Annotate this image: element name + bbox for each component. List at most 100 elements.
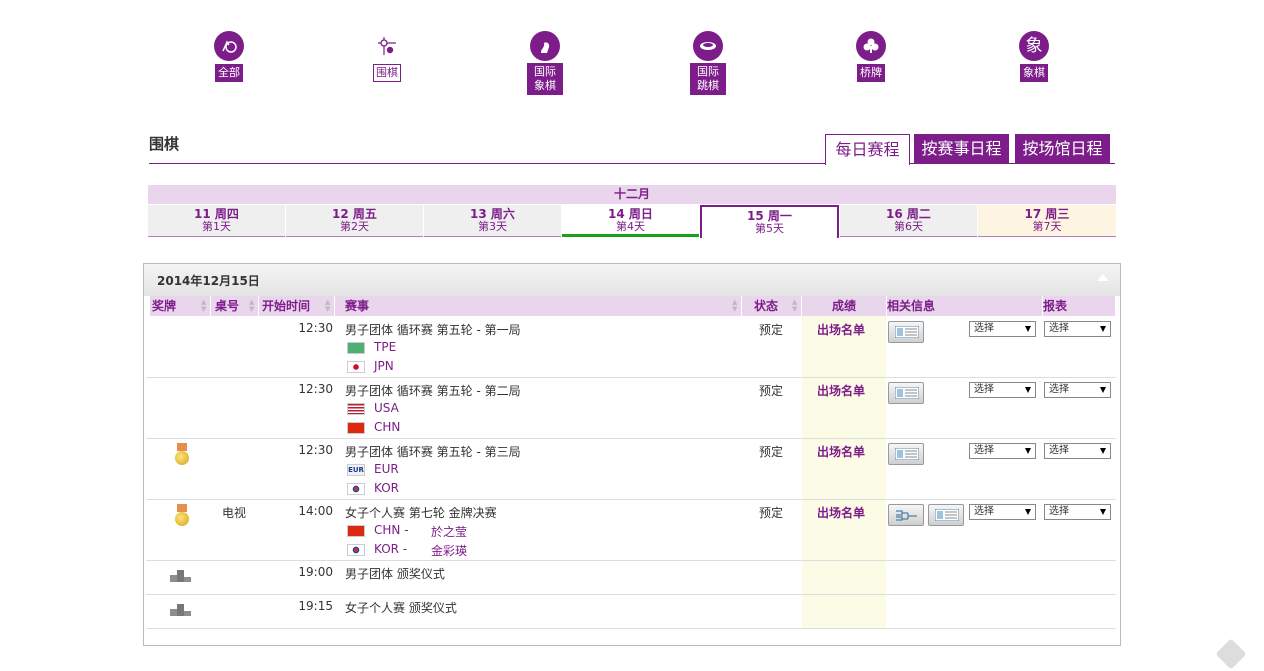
podium-icon xyxy=(170,604,192,616)
sport-label: 全部 xyxy=(215,64,243,82)
sport-draughts[interactable]: 国际跳棋 xyxy=(668,31,748,95)
day-number: 第2天 xyxy=(340,220,369,233)
day-tab-15[interactable]: 15 周一 第5天 xyxy=(700,205,839,238)
chevron-down-icon xyxy=(1025,387,1031,393)
header-event[interactable]: 赛事 ▲ ▼ xyxy=(335,296,741,316)
go-icon xyxy=(372,31,402,61)
sport-chess[interactable]: 国际象棋 xyxy=(505,31,585,95)
select-value: 选择 xyxy=(974,384,994,395)
header-label: 状态 xyxy=(754,299,779,313)
page-title: 围棋 xyxy=(149,135,180,153)
select-value: 选择 xyxy=(1049,384,1069,395)
info-button[interactable] xyxy=(888,443,924,465)
start-list-link[interactable]: 出场名单 xyxy=(817,504,865,521)
chevron-down-icon xyxy=(1100,509,1106,515)
day-tab-17[interactable]: 17 周三 第7天 xyxy=(978,205,1116,237)
table-row: 19:00 男子团体 颁奖仪式 xyxy=(146,560,1116,595)
day-tab-14[interactable]: 14 周日 第4天 xyxy=(562,205,699,237)
day-tab-11[interactable]: 11 周四 第1天 xyxy=(148,205,285,237)
tab-venue-schedule[interactable]: 按场馆日程 xyxy=(1015,134,1110,163)
flag-eur-icon: EUR xyxy=(347,464,365,476)
sort-icon: ▲ ▼ xyxy=(201,298,207,313)
chevron-down-icon xyxy=(1100,448,1106,454)
table-row: 12:30 男子团体 循环赛 第五轮 - 第一局 TPE JPN 预定 出场名单… xyxy=(146,316,1116,378)
event-name[interactable]: 男子团体 循环赛 第五轮 - 第一局 xyxy=(345,321,521,338)
collapse-icon[interactable] xyxy=(1097,274,1109,281)
xiangqi-icon: 象 xyxy=(1019,31,1049,61)
header-label: 成绩 xyxy=(831,299,856,313)
tab-daily-schedule[interactable]: 每日赛程 xyxy=(825,134,910,165)
event-name[interactable]: 男子团体 循环赛 第五轮 - 第三局 xyxy=(345,443,521,460)
team-name[interactable]: KOR xyxy=(374,481,399,495)
xiangqi-glyph: 象 xyxy=(1025,36,1043,56)
report-select-2[interactable]: 选择 xyxy=(1044,504,1111,520)
event-name[interactable]: 男子团体 颁奖仪式 xyxy=(345,565,445,582)
sport-label: 国际跳棋 xyxy=(690,63,726,95)
flag-kor-icon xyxy=(347,544,365,556)
team-name[interactable]: CHN - xyxy=(374,523,409,537)
sort-icon: ▲ ▼ xyxy=(325,298,331,313)
report-select-1[interactable]: 选择 xyxy=(969,504,1036,520)
day-tab-12[interactable]: 12 周五 第2天 xyxy=(286,205,423,237)
header-start-time[interactable]: 开始时间 ▲ ▼ xyxy=(259,296,334,316)
start-time: 12:30 xyxy=(298,443,333,457)
event-name[interactable]: 女子个人赛 第七轮 金牌决赛 xyxy=(345,504,497,521)
report-select-1[interactable]: 选择 xyxy=(969,443,1036,459)
chess-icon xyxy=(530,31,560,61)
team-name[interactable]: TPE xyxy=(374,340,396,354)
report-select-2[interactable]: 选择 xyxy=(1044,443,1111,459)
sport-bridge[interactable]: 桥牌 xyxy=(831,31,911,82)
select-value: 选择 xyxy=(1049,323,1069,334)
header-info: 相关信息 xyxy=(887,296,1042,316)
player-name[interactable]: 於之莹 xyxy=(431,523,467,540)
header-label: 开始时间 xyxy=(262,299,311,313)
sport-xiangqi[interactable]: 象 象棋 xyxy=(994,31,1074,82)
status: 预定 xyxy=(759,323,784,337)
report-select-1[interactable]: 选择 xyxy=(969,382,1036,398)
tab-event-schedule[interactable]: 按赛事日程 xyxy=(914,134,1009,163)
info-button[interactable] xyxy=(928,504,964,526)
start-time: 12:30 xyxy=(298,321,333,335)
header-status[interactable]: 状态 ▲ ▼ xyxy=(742,296,801,316)
start-list-link[interactable]: 出场名单 xyxy=(817,321,865,338)
header-table[interactable]: 桌号 ▲ ▼ xyxy=(211,296,258,316)
team-name[interactable]: EUR xyxy=(374,462,399,476)
team-name[interactable]: KOR - xyxy=(374,542,407,556)
header-medal[interactable]: 奖牌 ▲ ▼ xyxy=(150,296,210,316)
schedule-panel: 2014年12月15日 奖牌 ▲ ▼ 桌号 ▲ ▼ 开始时间 ▲ ▼ 赛事 ▲ ▼ 状态 ▲ ▼ 成… xyxy=(143,263,1121,646)
document-icon xyxy=(935,509,959,521)
sport-go[interactable]: 围棋 xyxy=(347,31,427,82)
day-tab-13[interactable]: 13 周六 第3天 xyxy=(424,205,561,237)
start-time: 14:00 xyxy=(298,504,333,518)
team-name[interactable]: JPN xyxy=(374,359,394,373)
start-list-link[interactable]: 出场名单 xyxy=(817,382,865,399)
day-tab-16[interactable]: 16 周二 第6天 xyxy=(840,205,977,237)
draughts-icon xyxy=(693,31,723,61)
panel-header: 2014年12月15日 xyxy=(144,264,1120,296)
bracket-button[interactable] xyxy=(888,504,924,526)
event-name[interactable]: 女子个人赛 颁奖仪式 xyxy=(345,599,457,616)
info-button[interactable] xyxy=(888,382,924,404)
feedback-icon[interactable] xyxy=(1215,638,1247,670)
sort-icon: ▲ ▼ xyxy=(249,298,255,313)
report-select-1[interactable]: 选择 xyxy=(969,321,1036,337)
flag-chn-icon xyxy=(347,422,365,434)
report-select-2[interactable]: 选择 xyxy=(1044,321,1111,337)
sort-icon: ▲ ▼ xyxy=(792,298,798,313)
start-list-link[interactable]: 出场名单 xyxy=(817,443,865,460)
chevron-down-icon xyxy=(1025,326,1031,332)
team-name[interactable]: CHN xyxy=(374,420,400,434)
team-name[interactable]: USA xyxy=(374,401,399,415)
report-select-2[interactable]: 选择 xyxy=(1044,382,1111,398)
player-name[interactable]: 金彩瑛 xyxy=(431,542,467,559)
header-label: 赛事 xyxy=(345,299,370,313)
sport-label: 围棋 xyxy=(373,64,401,82)
sport-all[interactable]: 全部 xyxy=(189,31,269,82)
title-divider xyxy=(149,163,1115,164)
day-number: 第6天 xyxy=(894,220,923,233)
chevron-down-icon xyxy=(1025,448,1031,454)
info-button[interactable] xyxy=(888,321,924,343)
event-name[interactable]: 男子团体 循环赛 第五轮 - 第二局 xyxy=(345,382,521,399)
gold-medal-icon xyxy=(175,443,189,465)
header-score: 成绩 xyxy=(802,296,886,316)
